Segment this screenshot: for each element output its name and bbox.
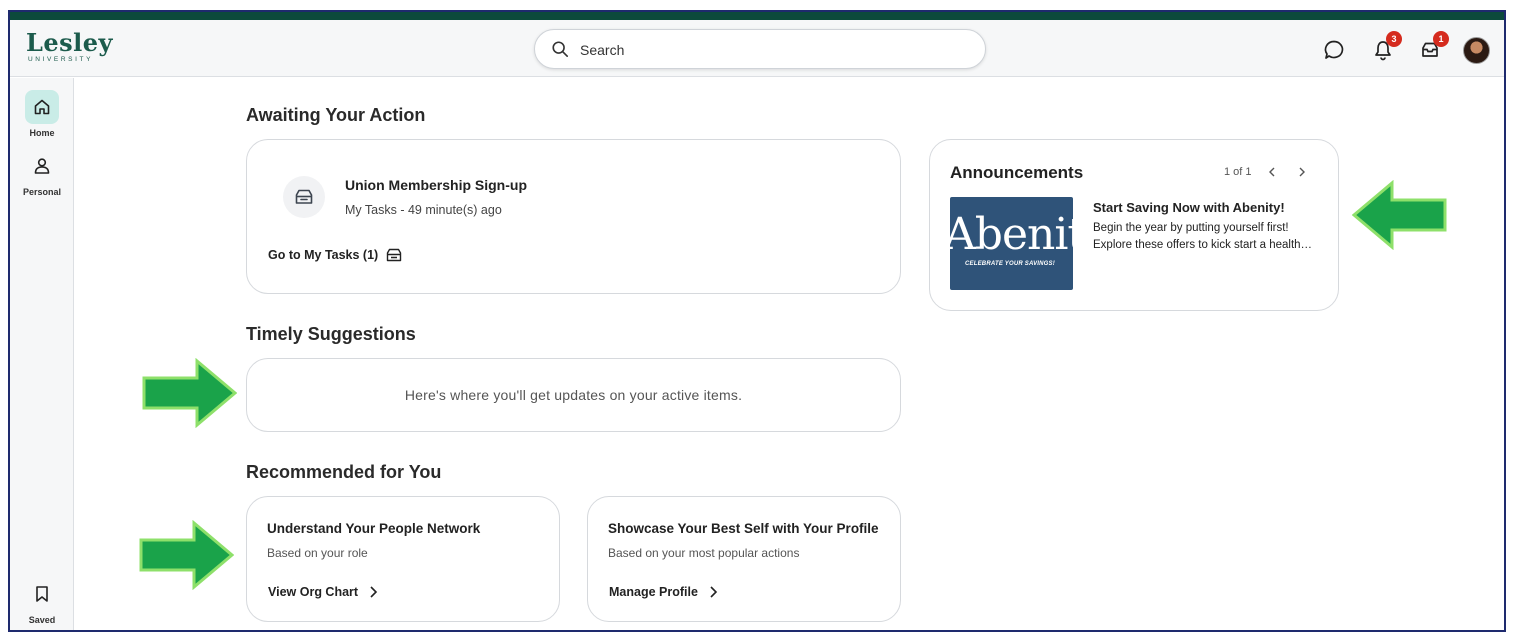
abenity-logo-tagline: CELEBRATE YOUR SAVINGS! [965,261,1055,267]
inbox-icon [387,248,402,262]
recommended-card: Showcase Your Best Self with Your Profil… [587,496,901,622]
workday-window: Lesley UNIVERSITY Search 3 1 Home Person… [8,10,1506,632]
home-icon [34,99,50,115]
sidebar-item-personal[interactable]: Personal [10,149,74,197]
awaiting-card: Union Membership Sign-up My Tasks - 49 m… [246,139,901,294]
inbox-badge: 1 [1433,31,1449,47]
go-to-my-tasks-label: Go to My Tasks (1) [268,248,379,262]
chevron-right-icon [710,586,718,598]
avatar[interactable] [1463,37,1490,64]
view-org-chart-label: View Org Chart [268,585,359,599]
search-bar[interactable]: Search [534,29,986,69]
announcements-title: Announcements [950,163,1084,182]
search-label: Search [580,42,625,58]
manage-profile-link[interactable]: Manage Profile [609,585,718,599]
sidebar-item-label: Personal [22,187,62,197]
search-icon [552,41,569,58]
suggestions-empty-text: Here's where you'll get updates on your … [404,387,743,403]
announcements-card: Announcements 1 of 1 Abenity CELEBRATE Y… [929,139,1339,311]
inbox-button[interactable]: 1 [1419,31,1449,61]
person-icon [34,158,50,174]
recommended-card-title: Understand Your People Network [267,521,481,536]
view-org-chart-link[interactable]: View Org Chart [268,585,378,599]
announcement-headline[interactable]: Start Saving Now with Abenity! [1093,200,1285,215]
home-icon-wrap [25,90,59,124]
announcements-pager: 1 of 1 [1224,166,1308,178]
inbox-icon [295,189,313,204]
sidebar-item-label: Saved [28,615,56,625]
awaiting-section-title: Awaiting Your Action [246,105,426,125]
abenity-logo-word: Abenity [950,209,1073,260]
logo-subtitle: UNIVERSITY [28,56,94,63]
task-icon-wrap [283,176,325,218]
logo-wordmark: Lesley [26,28,113,57]
recommended-section-title: Recommended for You [246,462,442,482]
recommended-card-title: Showcase Your Best Self with Your Profil… [608,521,879,536]
announcement-image[interactable]: Abenity CELEBRATE YOUR SAVINGS! [950,197,1073,290]
bookmark-icon-wrap [25,577,59,611]
notifications-button[interactable]: 3 [1372,31,1402,61]
header: Lesley UNIVERSITY Search 3 1 [10,20,1504,77]
person-icon-wrap [25,149,59,183]
brand-top-bar [10,12,1504,20]
chat-button[interactable] [1323,39,1345,61]
task-subtitle: My Tasks - 49 minute(s) ago [345,203,502,217]
sidebar-item-home[interactable]: Home [10,90,74,138]
manage-profile-label: Manage Profile [609,585,698,599]
chat-icon [1324,40,1344,59]
green-arrow-right-icon [142,358,237,428]
suggestions-section-title: Timely Suggestions [246,324,416,344]
announcement-body: Begin the year by putting yourself first… [1093,220,1313,254]
chevron-right-icon[interactable] [1296,166,1308,178]
pager-count: 1 of 1 [1224,166,1252,178]
recommended-card-subtitle: Based on your role [267,546,368,560]
chevron-right-icon [370,586,378,598]
sidebar-item-saved[interactable]: Saved [10,577,74,625]
sidebar-item-label: Home [29,128,55,138]
announcement-body-line: Explore these offers to kick start a hea… [1093,239,1313,251]
recommended-card: Understand Your People Network Based on … [246,496,560,622]
university-logo[interactable]: Lesley UNIVERSITY [26,31,116,71]
bookmark-icon [36,586,48,602]
task-title-link[interactable]: Union Membership Sign-up [345,177,527,193]
recommended-card-subtitle: Based on your most popular actions [608,546,800,560]
chevron-left-icon[interactable] [1266,166,1278,178]
green-arrow-left-icon [1352,180,1447,250]
sidebar: Home Personal Saved [10,78,74,630]
notifications-badge: 3 [1386,31,1402,47]
green-arrow-right-icon [139,520,234,590]
suggestions-card: Here's where you'll get updates on your … [246,358,901,432]
go-to-my-tasks-link[interactable]: Go to My Tasks (1) [268,248,402,262]
announcement-body-line: Begin the year by putting yourself first… [1093,222,1289,234]
